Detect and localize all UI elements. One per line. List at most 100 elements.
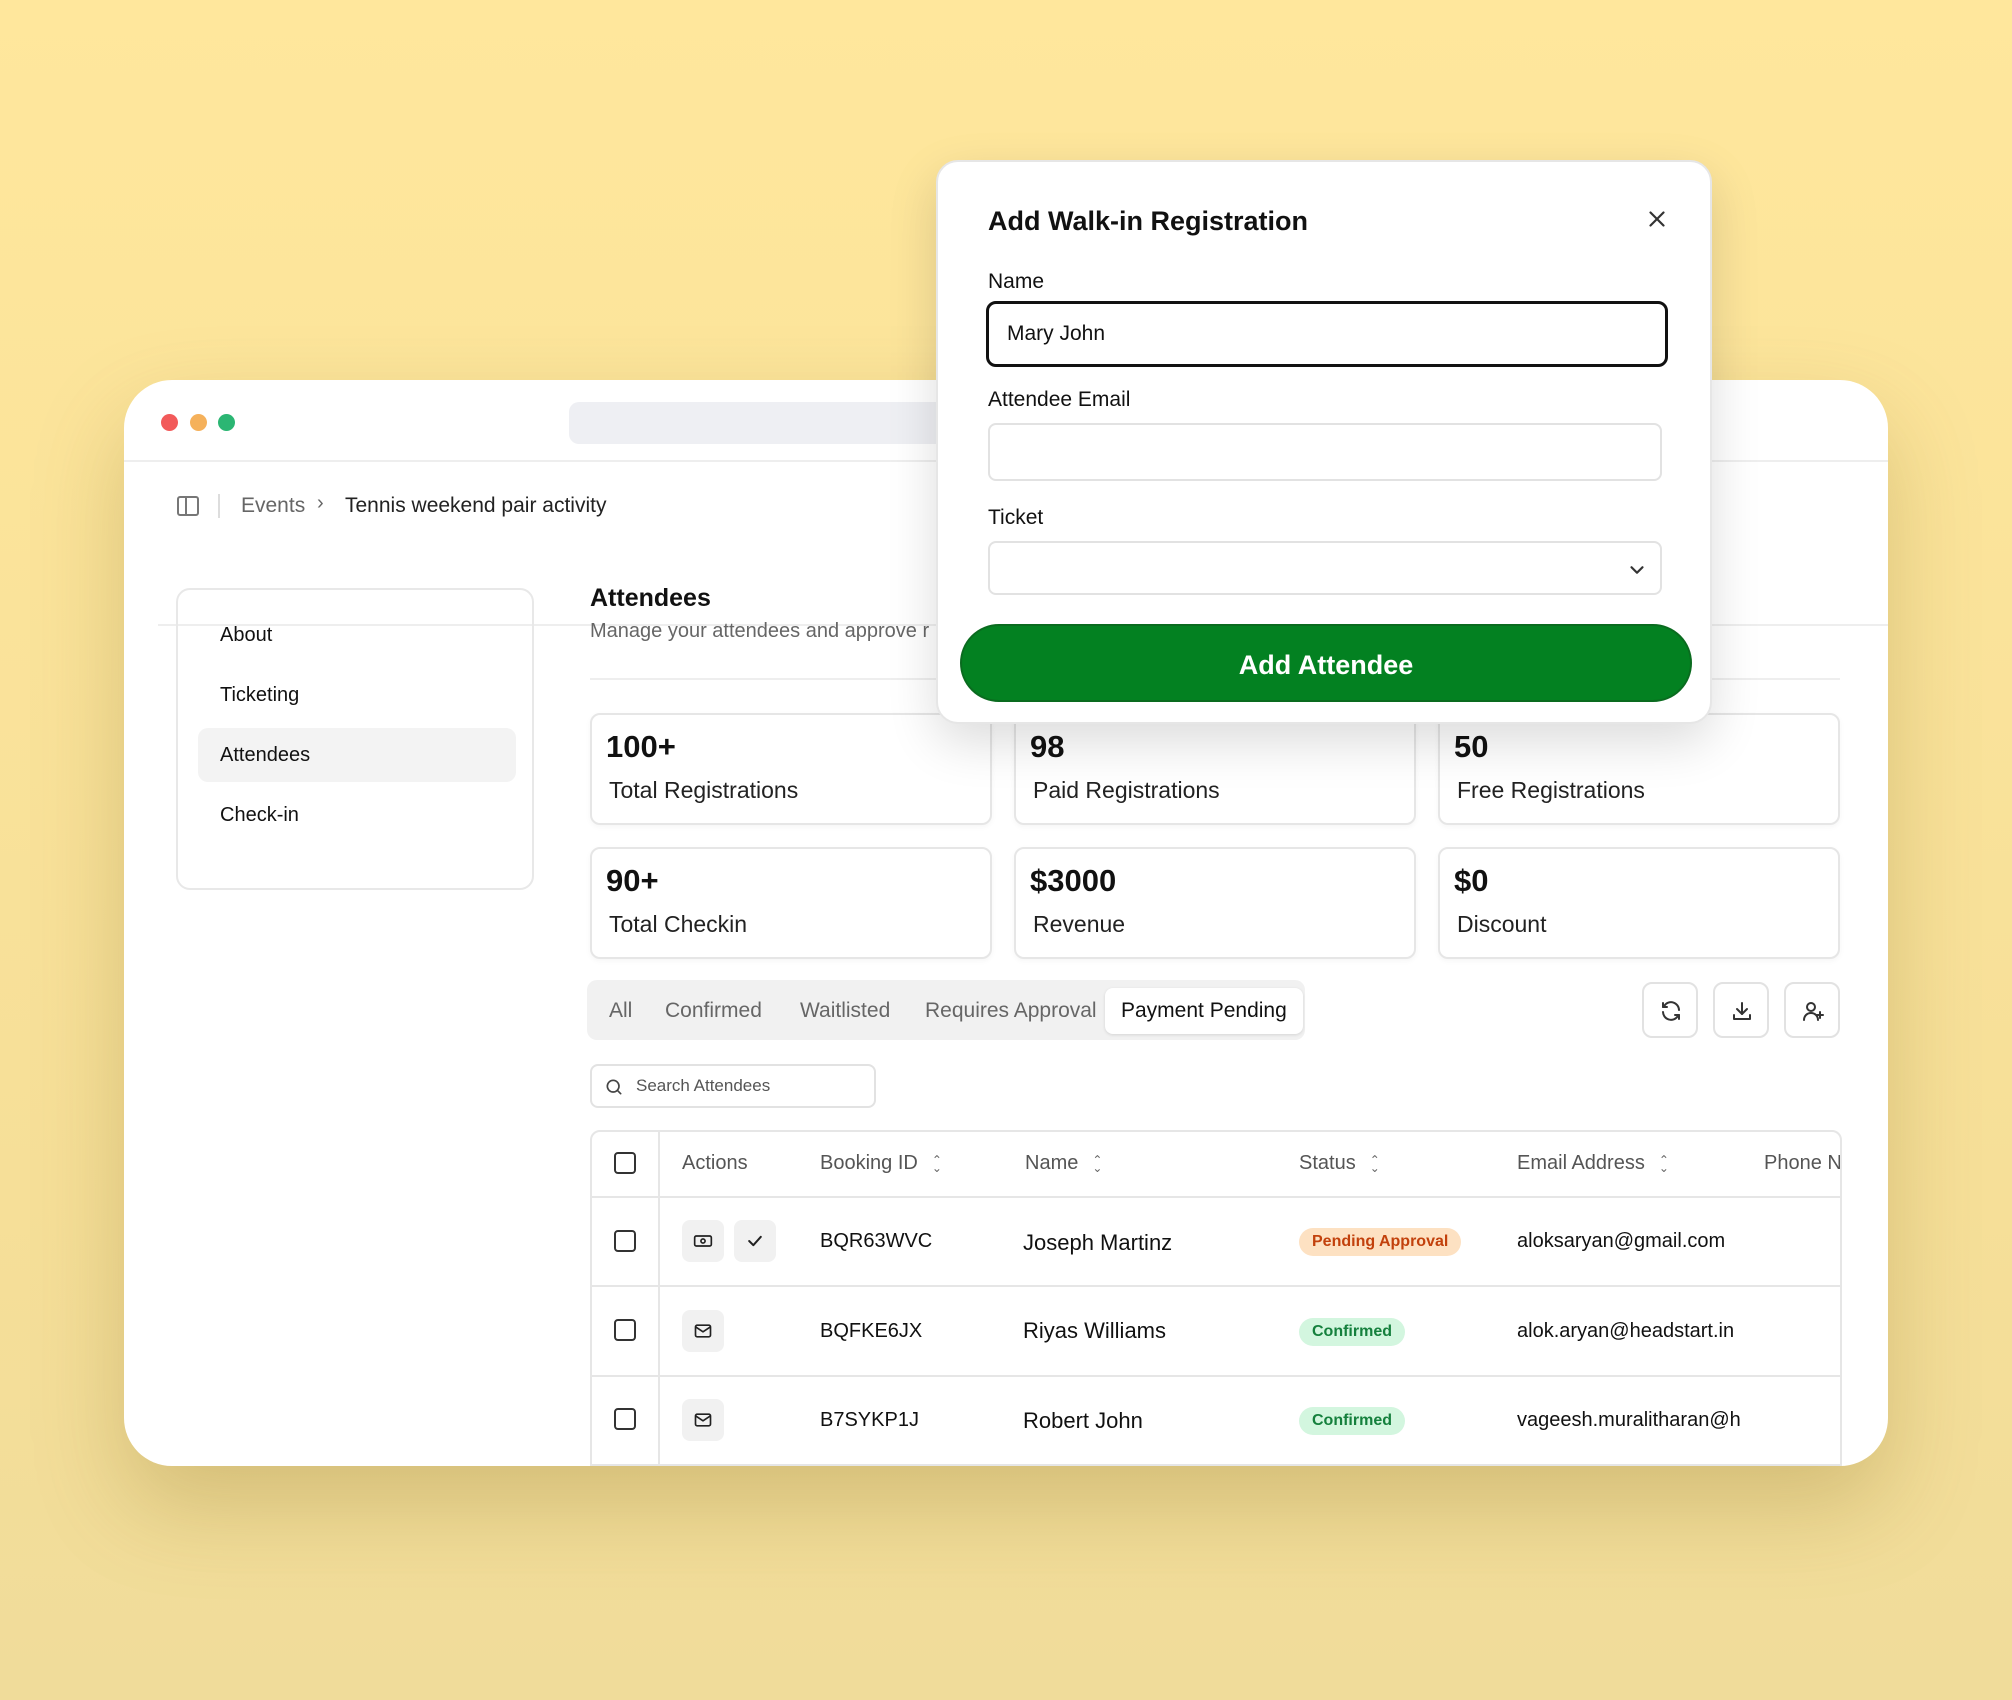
stat-card-discount: $0 Discount bbox=[1438, 847, 1840, 959]
status-tabs: All Confirmed Waitlisted Requires Approv… bbox=[587, 980, 1305, 1040]
column-header-label: Booking ID bbox=[820, 1152, 918, 1174]
breadcrumb-current: Tennis weekend pair activity bbox=[345, 494, 607, 517]
column-header-label: Status bbox=[1299, 1152, 1356, 1174]
breadcrumb-separator-line bbox=[218, 494, 220, 518]
add-attendee-button[interactable]: Add Attendee bbox=[960, 624, 1692, 702]
sort-icon: ⌃ ⌄ bbox=[1092, 1152, 1103, 1175]
stat-value: $0 bbox=[1454, 863, 1489, 898]
stat-label: Total Checkin bbox=[609, 911, 748, 937]
stat-card-total-registrations: 100+ Total Registrations bbox=[590, 713, 992, 825]
attendee-email-field[interactable] bbox=[988, 423, 1662, 481]
stat-card-paid-registrations: 98 Paid Registrations bbox=[1014, 713, 1416, 825]
row-checkbox[interactable] bbox=[614, 1319, 636, 1341]
add-user-icon bbox=[1803, 1002, 1824, 1021]
column-header-label: Name bbox=[1025, 1152, 1079, 1174]
search-box bbox=[590, 1064, 876, 1108]
name-cell: Joseph Martinz bbox=[1023, 1230, 1173, 1255]
stat-label: Paid Registrations bbox=[1033, 777, 1220, 803]
booking-id-cell: B7SYKP1J bbox=[820, 1409, 919, 1431]
column-header-name[interactable]: Name ⌃ ⌄ bbox=[1025, 1152, 1102, 1175]
column-header-label: Email Address bbox=[1517, 1152, 1645, 1174]
name-field[interactable] bbox=[986, 301, 1668, 367]
tab-waitlisted[interactable]: Waitlisted bbox=[784, 988, 906, 1034]
ticket-select[interactable] bbox=[988, 541, 1662, 595]
table-header: Actions Booking ID ⌃ ⌄ Name ⌃ ⌄ Status ⌃ ⌄ Ema… bbox=[592, 1132, 1840, 1198]
sidebar-item-ticketing[interactable]: Ticketing bbox=[198, 668, 516, 722]
stat-value: 98 bbox=[1030, 729, 1065, 764]
maximize-window-button[interactable] bbox=[218, 414, 235, 431]
column-header-status[interactable]: Status ⌃ ⌄ bbox=[1299, 1152, 1380, 1175]
name-cell: Robert John bbox=[1023, 1408, 1143, 1433]
stat-value: $3000 bbox=[1030, 863, 1117, 898]
search-input[interactable] bbox=[636, 1072, 866, 1100]
sort-icon: ⌃ ⌄ bbox=[931, 1152, 942, 1175]
dialog-panel: Add Walk-in Registration Name Attendee E… bbox=[936, 160, 1712, 724]
stat-label: Revenue bbox=[1033, 911, 1126, 937]
sidebar-item-about[interactable]: About bbox=[198, 608, 516, 662]
status-badge: Pending Approval bbox=[1299, 1228, 1462, 1256]
status-badge: Confirmed bbox=[1299, 1318, 1405, 1346]
refresh-icon bbox=[1662, 1001, 1680, 1021]
email-cell: aloksaryan@gmail.com bbox=[1517, 1230, 1726, 1252]
mail-icon bbox=[694, 1413, 712, 1427]
stat-label: Free Registrations bbox=[1457, 777, 1645, 803]
breadcrumb-events-link[interactable]: Events bbox=[241, 494, 305, 518]
email-cell: alok.aryan@headstart.in bbox=[1517, 1320, 1735, 1342]
email-field-label: Attendee Email bbox=[988, 388, 1131, 411]
stat-card-free-registrations: 50 Free Registrations bbox=[1438, 713, 1840, 825]
email-cell: vageesh.muralitharan@h bbox=[1517, 1409, 1741, 1431]
sidebar-item-check-in[interactable]: Check-in bbox=[198, 788, 516, 842]
ticket-field-label: Ticket bbox=[988, 506, 1044, 529]
refresh-button[interactable] bbox=[1642, 982, 1698, 1038]
column-header-actions: Actions bbox=[682, 1152, 748, 1174]
stat-value: 100+ bbox=[606, 729, 676, 764]
select-all-checkbox[interactable] bbox=[614, 1152, 636, 1174]
row-checkbox[interactable] bbox=[614, 1408, 636, 1430]
sidebar-item-attendees[interactable]: Attendees bbox=[198, 728, 516, 782]
page-title: Attendees bbox=[590, 584, 711, 612]
sort-icon: ⌃ ⌄ bbox=[1658, 1152, 1669, 1175]
tab-all[interactable]: All bbox=[593, 988, 648, 1034]
search-icon bbox=[606, 1079, 622, 1095]
chevron-down-icon bbox=[1630, 566, 1644, 574]
tab-requires-approval[interactable]: Requires Approval bbox=[909, 988, 1113, 1034]
booking-id-cell: BQR63WVC bbox=[820, 1230, 933, 1252]
stat-value: 90+ bbox=[606, 863, 659, 898]
page-subtitle: Manage your attendees and approve r bbox=[590, 620, 930, 642]
minimize-window-button[interactable] bbox=[190, 414, 207, 431]
dialog-title: Add Walk-in Registration bbox=[988, 206, 1309, 236]
stat-label: Discount bbox=[1457, 911, 1547, 937]
payment-action-button[interactable] bbox=[682, 1220, 724, 1262]
close-window-button[interactable] bbox=[161, 414, 178, 431]
stat-label: Total Registrations bbox=[609, 777, 799, 803]
column-header-phone[interactable]: Phone N bbox=[1764, 1152, 1840, 1175]
booking-id-cell: BQFKE6JX bbox=[820, 1320, 923, 1342]
name-field-label: Name bbox=[988, 270, 1045, 293]
download-button[interactable] bbox=[1713, 982, 1769, 1038]
row-checkbox[interactable] bbox=[614, 1230, 636, 1252]
stat-card-total-checkin: 90+ Total Checkin bbox=[590, 847, 992, 959]
column-header-booking-id[interactable]: Booking ID ⌃ ⌄ bbox=[820, 1152, 942, 1175]
stat-card-revenue: $3000 Revenue bbox=[1014, 847, 1416, 959]
close-icon[interactable] bbox=[1644, 206, 1670, 232]
column-header-email[interactable]: Email Address ⌃ ⌄ bbox=[1517, 1152, 1669, 1175]
tab-confirmed[interactable]: Confirmed bbox=[649, 988, 778, 1034]
table-row: BQFKE6JX Riyas Williams Confirmed alok.a… bbox=[592, 1288, 1840, 1377]
table-row: B7SYKP1J Robert John Confirmed vageesh.m… bbox=[592, 1377, 1840, 1466]
attendees-table: Actions Booking ID ⌃ ⌄ Name ⌃ ⌄ Status ⌃ ⌄ Ema… bbox=[590, 1130, 1842, 1466]
approve-action-button[interactable] bbox=[734, 1220, 776, 1262]
email-action-button[interactable] bbox=[682, 1399, 724, 1441]
stat-value: 50 bbox=[1454, 729, 1489, 764]
sort-icon: ⌃ ⌄ bbox=[1369, 1152, 1380, 1175]
check-icon bbox=[748, 1235, 762, 1247]
email-action-button[interactable] bbox=[682, 1310, 724, 1352]
mail-icon bbox=[694, 1324, 712, 1338]
cash-icon bbox=[693, 1235, 713, 1247]
sidebar-toggle-icon[interactable] bbox=[177, 496, 199, 516]
download-icon bbox=[1733, 1002, 1751, 1020]
status-badge: Confirmed bbox=[1299, 1407, 1405, 1435]
add-user-button[interactable] bbox=[1784, 982, 1840, 1038]
name-cell: Riyas Williams bbox=[1023, 1318, 1166, 1343]
tab-payment-pending[interactable]: Payment Pending bbox=[1105, 988, 1303, 1034]
sidebar-nav: About Ticketing Attendees Check-in bbox=[176, 588, 534, 890]
